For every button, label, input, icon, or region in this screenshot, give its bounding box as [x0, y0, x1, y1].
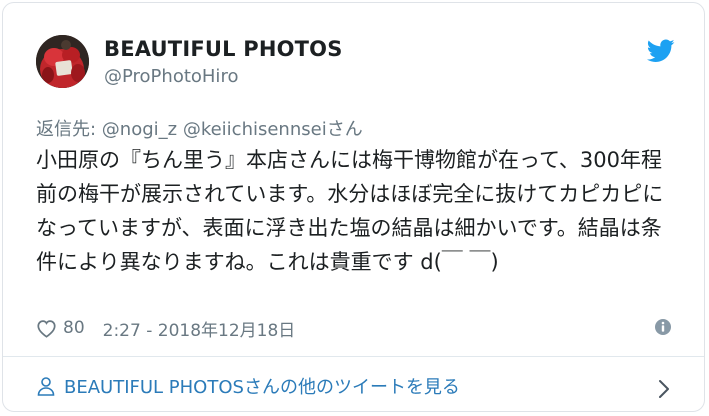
- person-icon: [37, 377, 55, 396]
- tweet-text: 小田原の『ちん里う』本店さんには梅干博物館が在って、300年程前の梅干が展示され…: [36, 148, 664, 274]
- embedded-tweet-card: BEAUTIFUL PHOTOS @ProPhotoHiro 返信先: @nog…: [2, 2, 705, 412]
- twitter-bird-icon[interactable]: [647, 39, 675, 63]
- reply-prefix: 返信先:: [36, 119, 102, 140]
- reply-suffix: さん: [326, 119, 363, 140]
- avatar-image: [36, 35, 89, 88]
- more-tweets-label[interactable]: BEAUTIFUL PHOTOSさんの他のツイートを見る: [64, 373, 460, 399]
- like-count[interactable]: 80: [63, 318, 85, 338]
- tweet-meta: 80 2:27 - 2018年12月18日: [36, 315, 295, 341]
- divider: [3, 356, 704, 357]
- user-avatar[interactable]: [36, 35, 89, 88]
- info-icon[interactable]: [654, 318, 672, 336]
- tweet-timestamp[interactable]: 2:27 - 2018年12月18日: [103, 316, 296, 341]
- reply-context: 返信先: @nogi_z @keiichisennseiさん: [36, 115, 363, 141]
- user-display-name[interactable]: BEAUTIFUL PHOTOS: [104, 37, 343, 61]
- chevron-right-icon[interactable]: [658, 379, 670, 399]
- reply-mentions[interactable]: @nogi_z @keiichisennsei: [102, 119, 327, 140]
- heart-icon[interactable]: [36, 319, 57, 338]
- user-handle[interactable]: @ProPhotoHiro: [104, 66, 238, 87]
- more-tweets-link[interactable]: BEAUTIFUL PHOTOSさんの他のツイートを見る: [36, 372, 460, 400]
